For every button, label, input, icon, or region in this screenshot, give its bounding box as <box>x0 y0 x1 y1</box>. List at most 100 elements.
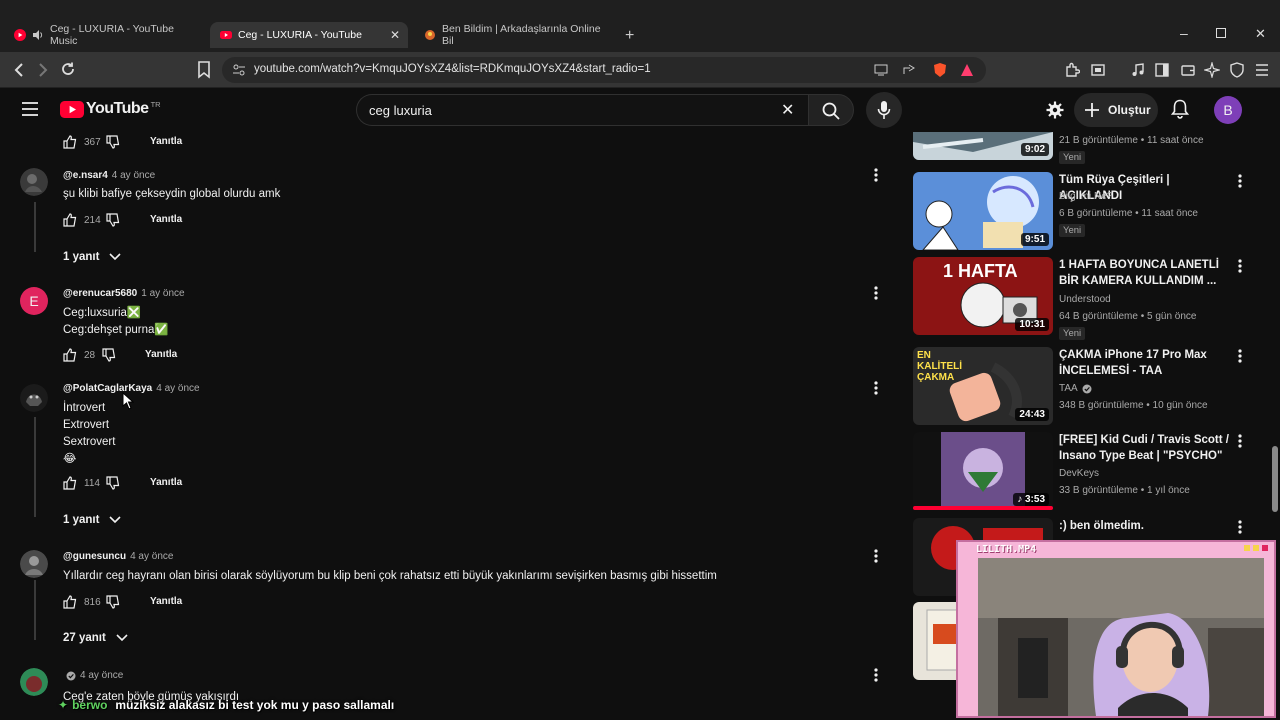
more-actions-icon[interactable] <box>1238 349 1242 363</box>
create-button[interactable]: Oluştur <box>1074 93 1158 127</box>
like-icon[interactable] <box>63 595 77 609</box>
share-icon[interactable] <box>902 64 916 76</box>
more-actions-icon[interactable] <box>1238 174 1242 188</box>
site-settings-icon[interactable] <box>232 64 246 76</box>
comment-author[interactable]: @erenucar5680 1 ay önce <box>63 288 185 299</box>
more-actions-icon[interactable] <box>1238 520 1242 534</box>
like-icon[interactable] <box>63 135 77 149</box>
comment-author[interactable]: @gunesuncu 4 ay önce <box>63 551 173 562</box>
video-title[interactable]: [FREE] Kid Cudi / Travis Scott / Insano … <box>1059 432 1229 464</box>
more-actions-icon[interactable] <box>874 168 878 182</box>
more-actions-icon[interactable] <box>874 549 878 563</box>
account-avatar[interactable]: B <box>1214 96 1242 124</box>
screenshot-icon[interactable] <box>1090 62 1106 78</box>
more-actions-icon[interactable] <box>1238 259 1242 273</box>
video-thumbnail[interactable]: ♪ 3:53 <box>913 432 1053 510</box>
reply-button[interactable]: Yanıtla <box>145 349 177 360</box>
reply-button[interactable]: Yanıtla <box>150 136 182 147</box>
video-channel[interactable]: Understood <box>1059 294 1111 305</box>
more-actions-icon[interactable] <box>874 668 878 682</box>
author-handle[interactable]: @gunesuncu <box>63 551 126 562</box>
like-icon[interactable] <box>63 476 77 490</box>
search-button[interactable] <box>808 94 854 126</box>
reply-button[interactable]: Yanıtla <box>150 214 182 225</box>
comment-timestamp[interactable]: 1 ay önce <box>141 288 184 299</box>
comment-timestamp[interactable]: 4 ay önce <box>80 670 123 681</box>
replies-toggle[interactable]: 27 yanıt <box>63 632 128 644</box>
avatar[interactable] <box>20 384 48 412</box>
more-actions-icon[interactable] <box>874 381 878 395</box>
brave-rewards-icon[interactable] <box>960 63 974 77</box>
menu-icon[interactable] <box>1254 63 1270 77</box>
comment-author[interactable]: 4 ay önce <box>63 670 123 681</box>
replies-toggle[interactable]: 1 yanıt <box>63 514 122 526</box>
back-icon[interactable] <box>12 62 26 78</box>
wallet-icon[interactable] <box>1180 62 1196 78</box>
reply-button[interactable]: Yanıtla <box>150 477 182 488</box>
tab-youtube-music[interactable]: Ceg - LUXURIA - YouTube Music <box>4 22 204 48</box>
forward-icon[interactable] <box>36 62 50 78</box>
chevron-down-icon <box>109 516 122 524</box>
new-badge: Yeni <box>1059 327 1086 340</box>
youtube-logo[interactable]: YouTube TR <box>60 100 161 118</box>
comment-timestamp[interactable]: 4 ay önce <box>130 551 173 562</box>
voice-search-button[interactable] <box>866 92 902 128</box>
video-thumbnail[interactable]: EN KALİTELİ ÇAKMA 24:43 <box>913 347 1053 425</box>
extensions-icon[interactable] <box>1064 62 1080 78</box>
reply-button[interactable]: Yanıtla <box>150 596 182 607</box>
close-window-icon[interactable]: ✕ <box>1255 26 1266 42</box>
like-icon[interactable] <box>63 213 77 227</box>
comment-timestamp[interactable]: 4 ay önce <box>156 383 199 394</box>
new-tab-icon[interactable]: + <box>625 27 634 45</box>
close-tab-icon[interactable]: ✕ <box>390 28 400 42</box>
author-handle[interactable]: @erenucar5680 <box>63 288 137 299</box>
restore-icon[interactable] <box>1216 28 1226 38</box>
media-controls-icon[interactable] <box>1130 62 1146 78</box>
scrollbar-thumb[interactable] <box>1272 446 1278 512</box>
video-thumbnail[interactable]: 9:51 <box>913 172 1053 250</box>
video-duration: 9:02 <box>1020 143 1049 156</box>
clear-search-icon[interactable]: ✕ <box>781 100 794 120</box>
author-handle[interactable]: @PolatCaglarKaya <box>63 383 152 394</box>
video-thumbnail[interactable]: 9:02 <box>913 132 1053 160</box>
avatar[interactable]: E <box>20 287 48 315</box>
sidebar-toggle-icon[interactable] <box>1154 62 1170 78</box>
tab-youtube[interactable]: Ceg - LUXURIA - YouTube ✕ <box>210 22 408 48</box>
video-title[interactable]: 1 HAFTA BOYUNCA LANETLİ BİR KAMERA KULLA… <box>1059 257 1229 289</box>
address-bar[interactable]: youtube.com/watch?v=KmquJOYsXZ4&list=RDK… <box>222 57 986 83</box>
video-channel[interactable]: DevKeys <box>1059 468 1099 479</box>
tab-ben-bildim[interactable]: Ben Bildim | Arkadaşlarınla Online Bil <box>414 22 614 48</box>
video-channel[interactable]: TAA <box>1059 383 1078 394</box>
minimize-icon[interactable]: – <box>1180 25 1188 41</box>
replies-toggle[interactable]: 1 yanıt <box>63 251 122 263</box>
video-title[interactable]: ÇAKMA iPhone 17 Pro Max İNCELEMESİ - TAA <box>1059 347 1229 379</box>
notifications-bell-icon[interactable] <box>1171 99 1189 119</box>
leo-ai-icon[interactable] <box>1204 62 1220 78</box>
like-icon[interactable] <box>63 348 77 362</box>
install-app-icon[interactable] <box>874 64 888 76</box>
dislike-icon[interactable] <box>106 135 120 149</box>
avatar[interactable] <box>20 168 48 196</box>
more-actions-icon[interactable] <box>874 286 878 300</box>
guide-menu-icon[interactable] <box>21 102 39 116</box>
more-actions-icon[interactable] <box>1238 434 1242 448</box>
dislike-icon[interactable] <box>106 595 120 609</box>
video-channel[interactable]: Bilgi mi Ne? <box>1059 191 1112 202</box>
dislike-icon[interactable] <box>102 348 116 362</box>
settings-gear-icon[interactable] <box>1046 101 1064 119</box>
bookmark-icon[interactable] <box>197 61 211 79</box>
video-thumbnail[interactable]: 1 HAFTA 10:31 <box>913 257 1053 335</box>
dislike-icon[interactable] <box>106 213 120 227</box>
avatar[interactable] <box>20 550 48 578</box>
tab-label: Ceg - LUXURIA - YouTube <box>238 29 362 41</box>
reload-icon[interactable] <box>60 61 76 77</box>
comment-timestamp[interactable]: 4 ay önce <box>112 170 155 181</box>
author-handle[interactable]: @e.nsar4 <box>63 170 108 181</box>
search-input[interactable]: ceg luxuria ✕ <box>356 94 808 126</box>
avatar[interactable] <box>20 668 48 696</box>
comment-author[interactable]: @e.nsar4 4 ay önce <box>63 170 155 181</box>
video-title[interactable]: :) ben ölmedim. <box>1059 518 1229 534</box>
vpn-icon[interactable] <box>1229 62 1245 78</box>
brave-shields-icon[interactable] <box>932 62 948 78</box>
dislike-icon[interactable] <box>106 476 120 490</box>
